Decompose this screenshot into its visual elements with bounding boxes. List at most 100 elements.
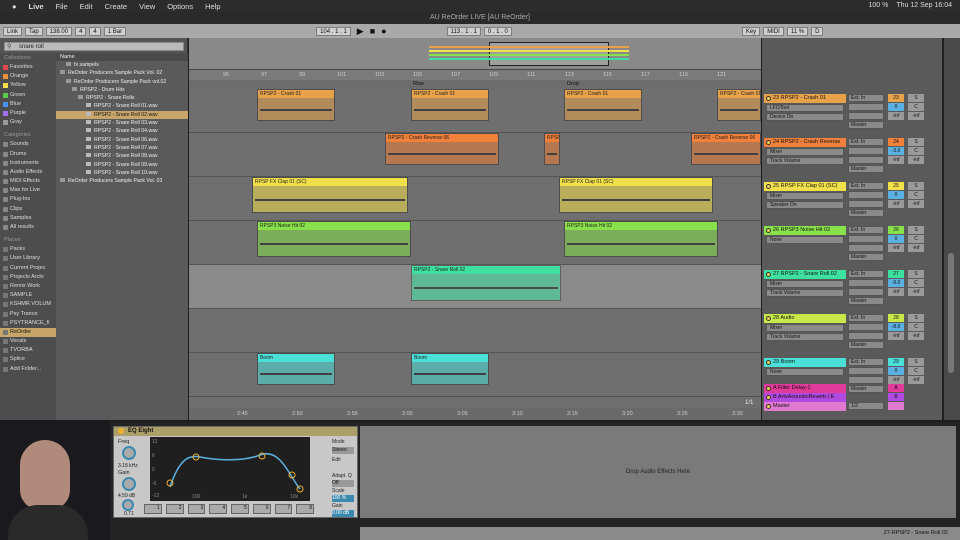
track-number[interactable]: 27 <box>888 270 904 278</box>
category-item[interactable]: Max for Live <box>0 186 56 195</box>
file-row[interactable]: RPSP2 - Snare Roll 03.wav <box>56 119 188 127</box>
send-b-field[interactable]: -inf <box>908 376 924 384</box>
audio-clip[interactable]: RPSP2 - Crash Reverse 06 <box>691 133 761 165</box>
pan-field[interactable]: C <box>908 279 924 287</box>
audio-clip[interactable]: RPSP2 - Crash 01 <box>564 89 642 121</box>
file-row[interactable]: RPSP2 - Snare Roll 06.wav <box>56 136 188 144</box>
pan-field[interactable]: C <box>908 147 924 155</box>
track-lane[interactable]: RPSP FX Clap 01 (SC) RPSP FX Clap 01 (SC) <box>189 177 761 221</box>
file-row[interactable]: RPSP2 - Snare Roll 02.wav <box>56 110 188 120</box>
io-select[interactable] <box>848 235 884 243</box>
audio-clip[interactable]: RPSP2 - Crash 01 <box>257 89 335 121</box>
track-activator-icon[interactable] <box>766 228 771 233</box>
quantize-select[interactable]: 1 Bar <box>103 26 127 36</box>
category-item[interactable]: Samples <box>0 214 56 223</box>
track-header[interactable]: 24 RPSP2 - Crash Reverse <box>764 138 846 147</box>
file-row[interactable]: fx sampels <box>56 61 188 69</box>
automation-select[interactable]: Mixer <box>766 148 844 156</box>
io-select[interactable]: Master <box>848 341 884 349</box>
pan-field[interactable]: C <box>908 103 924 111</box>
place-item[interactable]: Add Folder... <box>0 365 56 374</box>
category-item[interactable]: Drums <box>0 150 56 159</box>
place-item[interactable]: SAMPLE <box>0 291 56 300</box>
track-header[interactable]: 28 Audio <box>764 314 846 323</box>
track-activator-icon[interactable] <box>766 316 771 321</box>
adapt-q-toggle[interactable]: Off <box>332 480 354 487</box>
link-button[interactable]: Link <box>3 26 23 36</box>
audio-clip[interactable]: RPSP3 Noise Hit 02 <box>564 221 718 257</box>
track-number[interactable]: 25 <box>888 182 904 190</box>
category-item[interactable]: Sounds <box>0 140 56 149</box>
clock[interactable]: Thu 12 Sep 16:04 <box>896 2 952 9</box>
track-number[interactable]: 26 <box>888 226 904 234</box>
menu-view[interactable]: View <box>139 2 155 11</box>
eq-band-toggle[interactable]: 8 <box>296 504 314 514</box>
io-select[interactable] <box>848 147 884 155</box>
track-header[interactable]: 25 RPSP FX Clap 01 (SC) <box>764 182 846 191</box>
track-header[interactable]: 26 RPSP3 Noise Hit 02 <box>764 226 846 235</box>
mode-select[interactable]: Stereo <box>332 447 354 454</box>
eq-band-toggle[interactable]: 5 <box>231 504 249 514</box>
q-knob[interactable] <box>122 499 134 511</box>
audio-clip[interactable]: RPSP <box>544 133 560 165</box>
collection-item[interactable]: Favorites <box>0 63 56 72</box>
io-select[interactable]: Master <box>848 297 884 305</box>
volume-field[interactable]: 0 <box>888 191 904 199</box>
locator-drop[interactable]: Drop <box>567 81 579 87</box>
locator-rise[interactable]: Rise <box>413 81 424 87</box>
volume-field[interactable]: 0 <box>888 103 904 111</box>
category-item[interactable]: Clips <box>0 205 56 214</box>
audio-clip[interactable]: RPSP FX Clap 01 (SC) <box>252 177 408 213</box>
file-row[interactable]: RPSP2 - Snare Roll 08.wav <box>56 152 188 160</box>
volume-field[interactable]: -3.0 <box>888 147 904 155</box>
key-button[interactable]: Key <box>741 26 761 36</box>
place-item[interactable]: Remix Work <box>0 282 56 291</box>
pan-field[interactable]: C <box>908 323 924 331</box>
audio-clip[interactable]: RPSP2 - Crash 01 <box>411 89 489 121</box>
send-b-field[interactable]: -inf <box>908 332 924 340</box>
track-lane[interactable]: RPSP2 - Snare Roll 02 <box>189 265 761 309</box>
track-activator-icon[interactable] <box>766 96 771 101</box>
io-select[interactable]: Ext. In <box>848 358 884 366</box>
solo-button[interactable]: S <box>908 270 924 278</box>
audio-clip[interactable]: RPSP2 - Snare Roll 02 <box>411 265 561 301</box>
battery-status[interactable]: 100 % <box>868 2 888 9</box>
io-select[interactable]: Master <box>848 165 884 173</box>
volume-field[interactable]: 0 <box>888 367 904 375</box>
place-item[interactable]: Packs <box>0 245 56 254</box>
category-item[interactable]: Plug-Ins <box>0 195 56 204</box>
tap-button[interactable]: Tap <box>25 26 43 36</box>
eq-curve-display[interactable]: 12 6 0 -6 -12 100 1k 10k <box>150 437 310 501</box>
file-row[interactable]: RPSP2 - Snare Roll 07.wav <box>56 144 188 152</box>
collection-item[interactable]: Yellow <box>0 81 56 90</box>
audio-clip[interactable]: RPSP FX Clap 01 (SC) <box>559 177 713 213</box>
send-a-field[interactable]: -inf <box>888 112 904 120</box>
file-row[interactable]: RPSP2 - Snare Rolls <box>56 94 188 102</box>
track-activator-icon[interactable] <box>766 272 771 277</box>
io-select[interactable] <box>848 200 884 208</box>
place-item[interactable]: PSYTRANCE_fi <box>0 319 56 328</box>
place-item[interactable]: Current Projec <box>0 264 56 273</box>
file-row[interactable]: RPSP2 - Snare Roll 04.wav <box>56 127 188 135</box>
io-select[interactable]: Master <box>848 121 884 129</box>
io-select[interactable]: Ext. In <box>848 270 884 278</box>
io-select[interactable]: Ext. In <box>848 182 884 190</box>
category-item[interactable]: Audio Effects <box>0 168 56 177</box>
io-select[interactable]: Ext. In <box>848 94 884 102</box>
collection-item[interactable]: Blue <box>0 100 56 109</box>
audio-clip[interactable]: Boom <box>411 353 489 385</box>
file-row[interactable]: ReOrder Producers Sample Pack Vol. 03 <box>56 177 188 185</box>
return-track-header[interactable]: A Filter Delay-1 <box>764 384 846 393</box>
menu-edit[interactable]: Edit <box>80 2 93 11</box>
stop-icon[interactable]: ■ <box>370 26 375 36</box>
automation-select[interactable]: Track Volume <box>766 333 844 341</box>
pan-field[interactable]: C <box>908 191 924 199</box>
track-header[interactable]: 23 RPSP2 - Crash 01 <box>764 94 846 103</box>
output-gain-field[interactable]: 0.00 dB <box>332 510 354 517</box>
file-row[interactable]: ReOrder Producers Sample Pack vol.02 <box>56 78 188 86</box>
automation-select[interactable]: None <box>766 368 844 376</box>
automation-select[interactable]: Mixer <box>766 192 844 200</box>
track-lane[interactable]: RPSP3 Noise Hit 02 RPSP3 Noise Hit 02 <box>189 221 761 265</box>
drop-audio-effects-zone[interactable]: Drop Audio Effects Here <box>360 426 956 518</box>
return-track-header[interactable]: Master <box>764 402 846 411</box>
